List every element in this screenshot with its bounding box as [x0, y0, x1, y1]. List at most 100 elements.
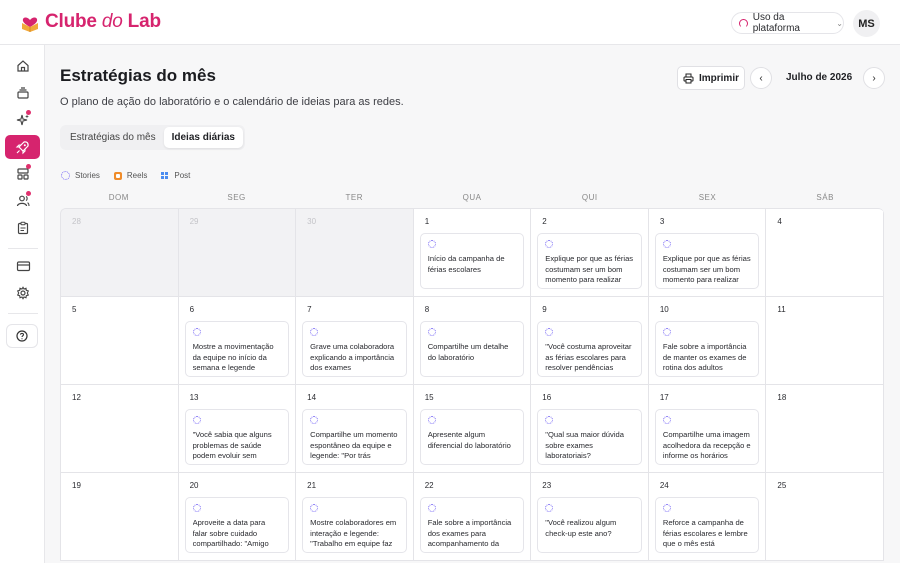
rocket-icon [15, 140, 29, 154]
chevron-down-icon: ⌄ [836, 18, 843, 28]
calendar-day-cell[interactable]: 3 Explique por que as férias costumam ser… [648, 209, 767, 297]
sidebar-item-tasks[interactable] [8, 216, 38, 240]
sidebar-item-ai[interactable] [8, 108, 38, 132]
idea-card[interactable]: "Qual sua maior dúvida sobre exames labo… [537, 409, 642, 465]
notification-dot [26, 110, 31, 115]
calendar-day-cell[interactable]: 4 [766, 209, 884, 297]
idea-card[interactable]: Reforce a campanha de férias escolares e… [654, 497, 760, 553]
legend-reels: Reels [113, 171, 147, 180]
idea-text: "Você costuma aproveitar as férias escol… [545, 342, 632, 372]
day-number: 16 [542, 393, 552, 402]
calendar-day-cell[interactable]: 6 Mostre a movimentação da equipe no iníc… [178, 297, 297, 385]
calendar-day-cell[interactable]: 5 [61, 297, 179, 385]
calendar-day-cell[interactable]: 30 [296, 209, 414, 297]
idea-card[interactable]: Grave uma colaboradora explicando a impo… [302, 321, 407, 377]
weekday-label: DOM [108, 193, 129, 202]
calendar-day-cell[interactable]: 11 [766, 297, 884, 385]
sidebar-item-home[interactable] [8, 54, 38, 78]
calendar-day-cell[interactable]: 22 Fale sobre a importância dos exames pa… [413, 473, 532, 561]
calendar-day-cell[interactable]: 15 Apresente algum diferencial do laborat… [413, 385, 532, 473]
idea-card[interactable]: Explique por que as férias costumam ser … [537, 233, 642, 289]
brand-logo[interactable]: Clube do Lab [20, 11, 161, 33]
weekday-label: QUI [581, 193, 598, 202]
stories-icon [545, 416, 554, 424]
calendar-day-cell[interactable]: 1 Início da campanha de férias escolares [413, 209, 532, 297]
idea-card[interactable]: Explique por que as férias costumam ser … [654, 233, 760, 289]
sidebar-item-strategies[interactable] [5, 135, 40, 159]
chevron-right-icon: › [872, 72, 876, 84]
day-number: 25 [777, 481, 787, 490]
calendar-day-cell[interactable]: 25 [766, 473, 884, 561]
day-number: 28 [72, 217, 81, 226]
idea-text: Início da campanha de férias escolares [427, 254, 505, 274]
sidebar-item-team[interactable] [8, 189, 38, 213]
sidebar-item-billing[interactable] [8, 254, 38, 278]
post-icon [161, 171, 169, 180]
idea-card[interactable]: Mostre colaboradores em interação e lege… [302, 497, 407, 553]
idea-card[interactable]: Fale sobre a importância de manter os ex… [654, 321, 760, 377]
idea-card[interactable]: Aproveite a data para falar sobre cuidad… [184, 497, 290, 553]
stories-icon [427, 416, 436, 424]
previous-month-button[interactable]: ‹ [750, 67, 772, 89]
sidebar-item-content[interactable] [8, 162, 38, 186]
calendar-day-cell[interactable]: 2 Explique por que as férias costumam ser… [531, 209, 649, 297]
calendar-day-cell[interactable]: 16 "Qual sua maior dúvida sobre exames la… [531, 385, 649, 473]
day-number: 17 [659, 393, 669, 402]
calendar-day-cell[interactable]: 28 [61, 209, 179, 297]
platform-usage-button[interactable]: Uso da plataforma ⌄ [731, 12, 844, 34]
stories-icon [427, 328, 436, 336]
notification-dot [26, 191, 31, 196]
idea-card[interactable]: Fale sobre a importância dos exames para… [419, 497, 525, 553]
idea-card[interactable]: Início da campanha de férias escolares [419, 233, 525, 289]
idea-card[interactable]: Apresente algum diferencial do laboratór… [419, 409, 525, 465]
sidebar-item-settings[interactable] [8, 281, 38, 305]
stories-icon [545, 328, 554, 336]
help-icon [16, 330, 28, 342]
stories-icon [427, 240, 436, 248]
calendar-day-cell[interactable]: 7 Grave uma colaboradora explicando a imp… [296, 297, 414, 385]
user-avatar[interactable]: MS [853, 10, 880, 37]
day-number: 3 [659, 217, 665, 226]
calendar-day-cell[interactable]: 17 Compartilhe uma imagem acolhedora da r… [648, 385, 767, 473]
idea-card[interactable]: Compartilhe uma imagem acolhedora da rec… [654, 409, 760, 465]
idea-card[interactable]: Mostre a movimentação da equipe no iníci… [184, 321, 290, 377]
stories-icon [61, 171, 70, 180]
sidebar-divider [8, 248, 38, 249]
calendar-day-cell[interactable]: 21 Mostre colaboradores em interação e le… [296, 473, 414, 561]
reels-icon [113, 171, 122, 180]
idea-card[interactable]: Compartilhe um detalhe do laboratório [419, 321, 525, 377]
calendar-day-cell[interactable]: 19 [61, 473, 179, 561]
day-number: 2 [542, 217, 547, 226]
calendar-day-cell[interactable]: 20 Aproveite a data para falar sobre cuid… [178, 473, 297, 561]
help-button[interactable] [6, 324, 38, 348]
tab-daily-ideas[interactable]: Ideias diárias [163, 127, 243, 148]
print-button[interactable]: Imprimir [677, 66, 745, 90]
day-number: 14 [307, 393, 317, 402]
calendar-day-cell[interactable]: 13 "Você sabia que alguns problemas de sa… [178, 385, 297, 473]
clipboard-icon [17, 221, 29, 235]
calendar-day-cell[interactable]: 29 [178, 209, 297, 297]
calendar-day-cell[interactable]: 18 [766, 385, 884, 473]
idea-text: Explique por que as férias costumam ser … [545, 254, 634, 284]
notification-dot [26, 164, 31, 169]
day-number: 7 [307, 305, 312, 314]
tab-monthly-strategies[interactable]: Estratégias do mês [62, 127, 164, 148]
idea-card[interactable]: Compartilhe um momento espontâneo da equ… [302, 409, 407, 465]
sidebar-item-layers[interactable] [8, 81, 38, 105]
calendar-day-cell[interactable]: 12 [61, 385, 179, 473]
day-number: 20 [189, 481, 199, 490]
day-number: 22 [424, 481, 434, 490]
calendar-day-cell[interactable]: 24 Reforce a campanha de férias escolares… [648, 473, 767, 561]
calendar-day-cell[interactable]: 9 "Você costuma aproveitar as férias esco… [531, 297, 649, 385]
idea-card[interactable]: "Você realizou algum check-up este ano? [537, 497, 642, 553]
weekday-header: DOM SEG TER QUA QUI SEX SÁB [60, 193, 884, 202]
calendar-day-cell[interactable]: 10 Fale sobre a importância de manter os … [648, 297, 767, 385]
idea-card[interactable]: "Você costuma aproveitar as férias escol… [537, 321, 642, 377]
idea-card[interactable]: "Você sabia que alguns problemas de saúd… [184, 409, 290, 465]
weekday-label: QUA [462, 193, 482, 202]
calendar-day-cell[interactable]: 23 "Você realizou algum check-up este ano… [531, 473, 649, 561]
next-month-button[interactable]: › [863, 67, 885, 89]
idea-text: "Qual sua maior dúvida sobre exames labo… [545, 430, 624, 460]
calendar-day-cell[interactable]: 14 Compartilhe um momento espontâneo da e… [296, 385, 414, 473]
calendar-day-cell[interactable]: 8 Compartilhe um detalhe do laboratório [413, 297, 532, 385]
